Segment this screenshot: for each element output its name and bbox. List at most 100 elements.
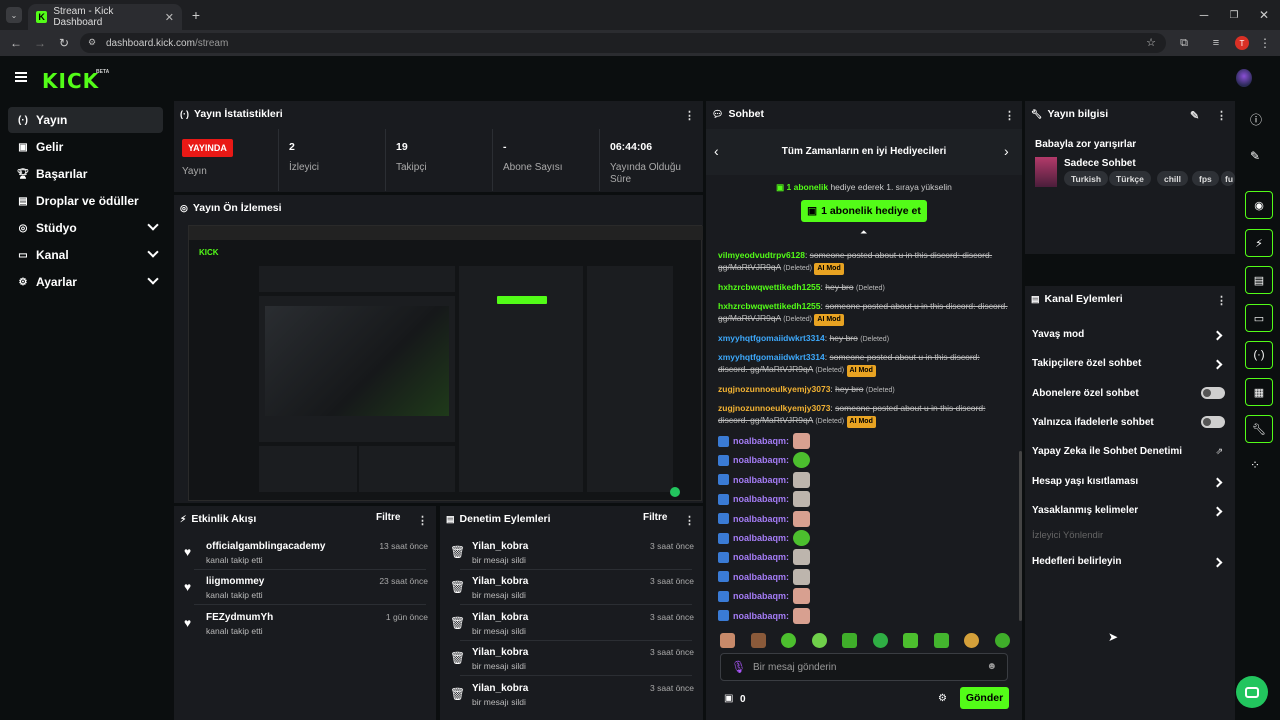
chat-username[interactable]: noalbabaqm: — [733, 494, 789, 504]
chat-message[interactable]: hxhzrcbwqwettikedh1255: hey bro (Deleted… — [718, 281, 1008, 295]
chat-message[interactable]: xmyyhqtfgomaiidwkrt3314: someone posted … — [718, 351, 1008, 377]
emote-chat-message[interactable]: noalbabaqm: — [718, 433, 811, 449]
chat-username[interactable]: noalbabaqm: — [733, 514, 789, 524]
emote-box-icon[interactable] — [750, 633, 766, 648]
emote-chat-message[interactable]: noalbabaqm: — [718, 471, 811, 488]
moderation-filter-button[interactable]: Filtre — [643, 512, 667, 523]
extensions-icon[interactable]: ⧉ — [1176, 35, 1192, 51]
tab-search-icon[interactable]: ⌄ — [6, 7, 22, 23]
chat-username[interactable]: hxhzrcbwqwettikedh1255 — [718, 301, 821, 311]
collapse-icon[interactable]: ⏶ — [860, 227, 867, 238]
reload-icon[interactable]: ↻ — [56, 35, 72, 51]
chat-settings-icon[interactable]: ⚙ — [938, 693, 947, 704]
chat-username[interactable]: noalbabaqm: — [733, 455, 789, 465]
info-icon[interactable]: ⓘ — [1250, 111, 1262, 128]
chat-message[interactable]: zugjnozunnoeulkyemjy3073: someone posted… — [718, 402, 1008, 428]
emote-wink-icon[interactable] — [994, 633, 1010, 648]
chat-username[interactable]: xmyyhqtfgomaiidwkrt3314 — [718, 333, 825, 343]
stats-more-icon[interactable]: ⋮ — [684, 109, 695, 122]
chat-more-icon[interactable]: ⋮ — [1004, 109, 1015, 122]
chat-message[interactable]: hxhzrcbwqwettikedh1255: someone posted a… — [718, 300, 1008, 326]
emote-green-icon[interactable] — [781, 633, 797, 648]
wrench-icon[interactable]: 🔧︎ — [1245, 415, 1273, 443]
chat-username[interactable]: zugjnozunnoeulkyemjy3073 — [718, 384, 830, 394]
account-age-item[interactable]: Hesap yaşı kısıtlaması — [1032, 476, 1232, 487]
edit-icon[interactable]: ✎ — [1190, 109, 1199, 122]
banned-words-item[interactable]: Yasaklanmış kelimeler — [1032, 505, 1232, 516]
gift-sub-button[interactable]: ▣ 1 abonelik hediye et — [801, 200, 927, 222]
gift-icon[interactable]: ▣ — [724, 693, 733, 704]
subs-only-toggle[interactable] — [1201, 387, 1225, 399]
chat-message-input[interactable]: 🎙︎ Bir mesaj gönderin ☻ — [720, 653, 1008, 681]
emote-smile-icon[interactable] — [933, 633, 949, 648]
close-window-icon[interactable]: ✕ — [1256, 7, 1272, 23]
external-link-icon[interactable]: ⇗ — [1215, 446, 1223, 457]
emote-face-icon[interactable] — [720, 633, 735, 648]
close-tab-icon[interactable]: ✕ — [165, 11, 174, 24]
sidebar-item-droplar[interactable]: ▤ Droplar ve ödüller — [8, 188, 163, 214]
back-icon[interactable]: ← — [8, 35, 24, 51]
profile-avatar[interactable]: T — [1235, 36, 1249, 50]
activity-filter-button[interactable]: Filtre — [376, 512, 400, 523]
emoji-icon[interactable]: ☻ — [986, 661, 997, 672]
emote-chat-message[interactable]: noalbabaqm: — [718, 549, 811, 566]
emote-chat-message[interactable]: noalbabaqm: — [718, 568, 811, 585]
emote-laugh-icon[interactable] — [903, 633, 919, 648]
chat-username[interactable]: hxhzrcbwqwettikedh1255 — [718, 282, 821, 292]
emote-glasses-icon[interactable] — [964, 633, 980, 648]
sidebar-item-yayin[interactable]: (·) Yayın — [8, 107, 163, 133]
emote-frog-icon[interactable] — [842, 633, 858, 648]
more-dots-icon[interactable]: ⁘ — [1250, 458, 1260, 472]
category-thumbnail[interactable] — [1035, 157, 1057, 187]
chat-message[interactable]: xmyyhqtfgomaiidwkrt3314: hey bro (Delete… — [718, 332, 1008, 346]
help-chat-button[interactable] — [1236, 676, 1268, 708]
url-input[interactable]: ⚙ dashboard.kick.com/stream ☆ — [80, 33, 1166, 53]
sidebar-item-gelir[interactable]: ▣ Gelir — [8, 134, 163, 160]
chat-scrollbar[interactable] — [1019, 451, 1022, 621]
site-info-icon[interactable]: ⚙ — [88, 37, 96, 48]
send-button[interactable]: Gönder — [960, 687, 1009, 709]
tag-chip[interactable]: Türkçe — [1109, 171, 1151, 186]
sidebar-item-kanal[interactable]: ▭ Kanal — [8, 242, 163, 268]
user-avatar[interactable] — [1236, 69, 1252, 87]
chat-username[interactable]: noalbabaqm: — [733, 552, 789, 562]
ai-moderation-item[interactable]: Yapay Zeka ile Sohbet Denetimi — [1032, 446, 1232, 457]
chat-username[interactable]: noalbabaqm: — [733, 611, 789, 621]
emotes-only-toggle[interactable] — [1201, 416, 1225, 428]
restore-icon[interactable]: ❐ — [1226, 7, 1242, 23]
chat-username[interactable]: noalbabaqm: — [733, 436, 789, 446]
lightning-icon[interactable]: ⚡︎ — [1245, 229, 1273, 257]
slow-mode-item[interactable]: Yavaş mod — [1032, 329, 1232, 340]
tag-chip[interactable]: fps — [1192, 171, 1219, 186]
emote-ball-icon[interactable] — [811, 633, 827, 648]
emote-chat-message[interactable]: noalbabaqm: — [718, 452, 811, 469]
camera-icon[interactable]: ◉ — [1245, 191, 1273, 219]
sidebar-item-studyo[interactable]: ◎ Stüdyo — [8, 215, 163, 241]
chat-username[interactable]: zugjnozunnoeulkyemjy3073 — [718, 403, 830, 413]
browser-tab[interactable]: K Stream - Kick Dashboard ✕ — [28, 4, 182, 30]
forward-icon[interactable]: → — [32, 35, 48, 51]
layout-icon[interactable]: ▦ — [1245, 378, 1273, 406]
bookmark-star-icon[interactable]: ☆ — [1146, 36, 1156, 49]
microphone-icon[interactable]: 🎙︎ — [731, 660, 746, 674]
sidebar-item-ayarlar[interactable]: ⚙ Ayarlar — [8, 269, 163, 295]
emote-chat-message[interactable]: noalbabaqm: — [718, 607, 811, 624]
category-name[interactable]: Sadece Sohbet — [1064, 158, 1136, 169]
kick-logo[interactable]: KICK — [42, 69, 99, 93]
menu-icon[interactable] — [15, 72, 27, 82]
chat-message[interactable]: vilmyeodvudtrpv6128: someone posted abou… — [718, 249, 1008, 275]
document-icon[interactable]: ▤ — [1245, 266, 1273, 294]
new-tab-icon[interactable]: + — [188, 7, 204, 23]
moderation-item[interactable]: 🗑︎ Yilan_kobra bir mesajı sildi 3 saat ö… — [450, 683, 694, 717]
minimize-icon[interactable]: ─ — [1196, 7, 1212, 23]
emote-chat-message[interactable]: noalbabaqm: — [718, 491, 811, 508]
set-goals-item[interactable]: Hedefleri belirleyin — [1032, 556, 1232, 567]
browser-menu-icon[interactable]: ⋮ — [1258, 35, 1272, 51]
tag-chip[interactable]: fu — [1221, 171, 1235, 186]
chevron-right-icon[interactable]: › — [1004, 143, 1009, 159]
activity-item[interactable]: ♥ FEZydmumYh kanalı takip etti 1 gün önc… — [184, 612, 428, 646]
activity-more-icon[interactable]: ⋮ — [417, 514, 428, 527]
stream-info-more-icon[interactable]: ⋮ — [1216, 109, 1227, 122]
pencil-icon[interactable]: ✎ — [1250, 149, 1260, 163]
media-icon[interactable]: ≡ — [1208, 35, 1224, 51]
